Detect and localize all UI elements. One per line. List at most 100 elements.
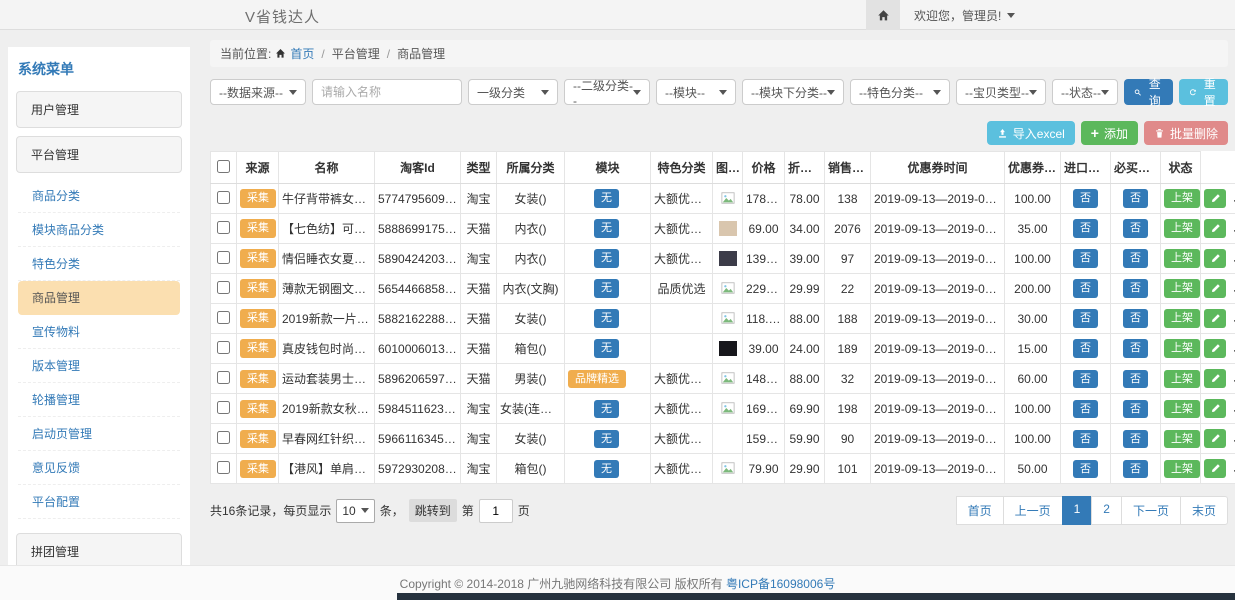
table-row: 采集 早春网红针织外套女春... 596611634525 淘宝 女装() 无 … [211,424,1235,454]
name-search-input[interactable] [312,79,462,105]
row-checkbox[interactable] [217,251,230,264]
must-buy-badge[interactable]: 否 [1123,279,1148,297]
import-select-badge[interactable]: 否 [1073,219,1098,237]
home-button[interactable] [866,0,900,30]
status-badge[interactable]: 上架 [1164,249,1200,267]
must-buy-badge[interactable]: 否 [1123,219,1148,237]
edit-button[interactable] [1204,219,1226,238]
sidebar-subitem[interactable]: 意见反馈 [18,451,180,485]
must-buy-badge[interactable]: 否 [1123,400,1148,418]
import-select-badge[interactable]: 否 [1073,279,1098,297]
status-badge[interactable]: 上架 [1164,189,1200,207]
filter-select[interactable]: --模块下分类-- [742,79,844,105]
edit-button[interactable] [1204,369,1226,388]
status-badge[interactable]: 上架 [1164,279,1200,297]
import-excel-button[interactable]: 导入excel [987,121,1075,145]
edit-button[interactable] [1204,459,1226,478]
sidebar-subitem[interactable]: 轮播管理 [18,383,180,417]
reset-button[interactable]: 重置 [1179,79,1228,105]
per-page-select[interactable]: 10 [336,499,374,523]
sidebar-subitem[interactable]: 模块商品分类 [18,213,180,247]
page-number-input[interactable] [479,499,513,523]
import-select-badge[interactable]: 否 [1073,339,1098,357]
status-badge[interactable]: 上架 [1164,460,1200,478]
must-buy-badge[interactable]: 否 [1123,370,1148,388]
icp-link[interactable]: 粤ICP备16098006号 [726,575,835,592]
must-buy-badge[interactable]: 否 [1123,189,1148,207]
row-checkbox[interactable] [217,191,230,204]
import-select-badge[interactable]: 否 [1073,370,1098,388]
sidebar-subitem[interactable]: 宣传物料 [18,315,180,349]
select-all-checkbox[interactable] [217,160,230,173]
app-title: V省钱达人 [245,6,320,27]
import-select-badge[interactable]: 否 [1073,460,1098,478]
edit-button[interactable] [1204,249,1226,268]
must-buy-badge[interactable]: 否 [1123,339,1148,357]
must-buy-badge[interactable]: 否 [1123,309,1148,327]
search-button[interactable]: 查询 [1124,79,1173,105]
page-button[interactable]: 末页 [1180,496,1228,525]
sidebar-subitem[interactable]: 版本管理 [18,349,180,383]
price: 79.90 [743,454,785,484]
user-menu[interactable]: 欢迎您，管理员! [900,0,1029,30]
sidebar-subitem[interactable]: 特色分类 [18,247,180,281]
coupon-time: 2019-09-13—2019-09-18 [871,454,1005,484]
sidebar-subitem[interactable]: 商品分类 [18,179,180,213]
filter-select[interactable]: --模块-- [656,79,736,105]
row-checkbox[interactable] [217,401,230,414]
sidebar-subitem[interactable]: 启动页管理 [18,417,180,451]
edit-button[interactable] [1204,189,1226,208]
page-button[interactable]: 首页 [956,496,1004,525]
row-checkbox[interactable] [217,311,230,324]
edit-button[interactable] [1204,429,1226,448]
status-badge[interactable]: 上架 [1164,370,1200,388]
batch-delete-button[interactable]: 批量删除 [1144,121,1228,145]
feature-category: 品质优选 [651,274,713,304]
import-select-badge[interactable]: 否 [1073,249,1098,267]
status-badge[interactable]: 上架 [1164,430,1200,448]
status-badge[interactable]: 上架 [1164,309,1200,327]
row-checkbox[interactable] [217,431,230,444]
edit-button[interactable] [1204,309,1226,328]
row-checkbox[interactable] [217,371,230,384]
page-button[interactable]: 下一页 [1121,496,1181,525]
page-button[interactable]: 1 [1062,496,1093,525]
row-checkbox[interactable] [217,341,230,354]
status-badge[interactable]: 上架 [1164,339,1200,357]
add-button[interactable]: + 添加 [1081,121,1138,145]
filter-select[interactable]: --宝贝类型-- [956,79,1046,105]
edit-button[interactable] [1204,399,1226,418]
filter-select[interactable]: --二级分类-- [564,79,650,105]
filter-select-data-source[interactable]: --数据来源-- [210,79,306,105]
import-select-badge[interactable]: 否 [1073,309,1098,327]
must-buy-badge[interactable]: 否 [1123,430,1148,448]
sidebar-section[interactable]: 用户管理 [16,91,182,128]
page-button[interactable]: 上一页 [1003,496,1063,525]
status-badge[interactable]: 上架 [1164,219,1200,237]
row-checkbox[interactable] [217,461,230,474]
must-buy-badge[interactable]: 否 [1123,460,1148,478]
status-badge[interactable]: 上架 [1164,400,1200,418]
import-select-badge[interactable]: 否 [1073,189,1098,207]
sidebar-section[interactable]: 平台管理 [16,136,182,173]
sidebar-section[interactable]: 拼团管理 [16,533,182,565]
page-button[interactable]: 2 [1091,496,1122,525]
feature-category: 大额优惠券 [651,424,713,454]
row-checkbox[interactable] [217,221,230,234]
edit-button[interactable] [1204,279,1226,298]
filter-select[interactable]: --特色分类-- [850,79,950,105]
filter-select[interactable]: --状态-- [1052,79,1118,105]
row-checkbox[interactable] [217,281,230,294]
jump-button[interactable]: 跳转到 [409,499,457,522]
must-buy-badge[interactable]: 否 [1123,249,1148,267]
breadcrumb-separator: / [384,47,393,61]
import-select-badge[interactable]: 否 [1073,430,1098,448]
breadcrumb-home-link[interactable]: 首页 [290,45,314,62]
edit-button[interactable] [1204,339,1226,358]
import-select-badge[interactable]: 否 [1073,400,1098,418]
sidebar-subitem[interactable]: 商品管理 [18,281,180,315]
filter-select[interactable]: 一级分类 [468,79,558,105]
discount-price: 34.00 [785,214,825,244]
sidebar-subitem[interactable]: 平台配置 [18,485,180,519]
product-name: 情侣睡衣女夏丝绸男士... [279,244,375,274]
